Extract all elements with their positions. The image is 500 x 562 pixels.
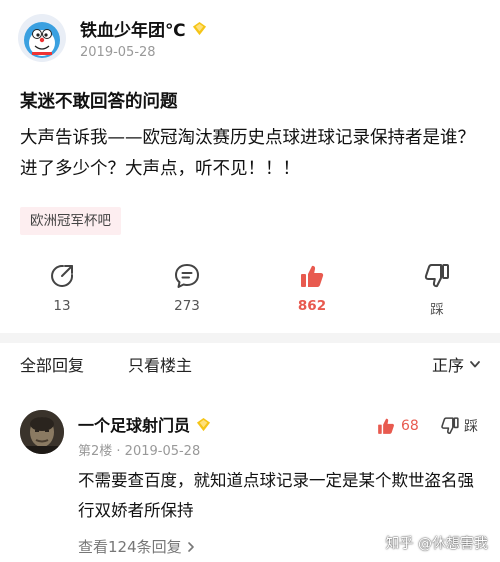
reply-tabs: 全部回复 只看楼主 正序 <box>0 352 500 384</box>
tab-all-replies[interactable]: 全部回复 <box>20 352 84 376</box>
reply-dislike-label: 踩 <box>464 419 478 435</box>
comment-icon <box>175 264 199 288</box>
tab-op-only[interactable]: 只看楼主 <box>128 352 192 376</box>
post-title: 某迷不敢回答的问题 <box>20 92 178 112</box>
sort-label: 正序 <box>431 356 464 375</box>
reply-like-count: 68 <box>401 418 419 434</box>
reply-dislike-button[interactable]: 踩 <box>440 416 478 436</box>
dislike-button[interactable]: 踩 <box>392 262 482 318</box>
share-icon <box>51 264 74 287</box>
comment-button[interactable]: 273 <box>142 262 232 314</box>
thumbs-up-icon <box>301 265 324 287</box>
cartoon-avatar-icon <box>24 22 60 58</box>
avatar[interactable] <box>18 14 66 62</box>
post-date: 2019-05-28 <box>80 45 156 60</box>
section-divider <box>0 333 500 343</box>
action-bar: 13 273 862 踩 <box>0 262 500 324</box>
author-name[interactable]: 铁血少年团℃ <box>80 16 186 41</box>
chevron-down-icon <box>470 361 480 368</box>
thumbs-up-icon <box>378 418 394 434</box>
view-replies-link[interactable]: 查看124条回复 <box>78 536 196 557</box>
post-header: 铁血少年团℃ 2019-05-28 <box>18 12 207 64</box>
sort-select[interactable]: 正序 <box>432 352 482 376</box>
reply-meta: 第2楼 · 2019-05-28 <box>78 444 201 459</box>
like-button[interactable]: 862 <box>267 262 357 314</box>
reply-avatar[interactable] <box>20 410 64 454</box>
player-avatar-icon <box>20 410 64 454</box>
reply-like-button[interactable]: 68 <box>376 416 419 436</box>
watermark: 知乎 @休想害我 <box>385 536 488 552</box>
level-badge-icon <box>196 417 211 431</box>
reply-author-name[interactable]: 一个足球射门员 <box>78 412 190 436</box>
forum-tag[interactable]: 欧洲冠军杯吧 <box>20 207 121 235</box>
share-button[interactable]: 13 <box>17 262 107 314</box>
share-count: 13 <box>53 298 71 314</box>
comment-count: 273 <box>174 298 200 314</box>
dislike-label: 踩 <box>430 302 444 318</box>
thumbs-down-icon <box>441 417 459 435</box>
thumbs-down-icon <box>424 264 449 288</box>
reply-text: 不需要查百度，就知道点球记录一定是某个欺世盗名强行双娇者所保持 <box>78 471 474 520</box>
like-count: 862 <box>297 298 327 314</box>
level-badge-icon <box>192 21 206 36</box>
view-replies-label: 查看124条回复 <box>78 538 182 556</box>
chevron-right-icon <box>187 541 194 552</box>
post-body: 大声告诉我——欧冠淘汰赛历史点球进球记录保持者是谁？进了多少个？大声点，听不见！… <box>20 128 475 179</box>
